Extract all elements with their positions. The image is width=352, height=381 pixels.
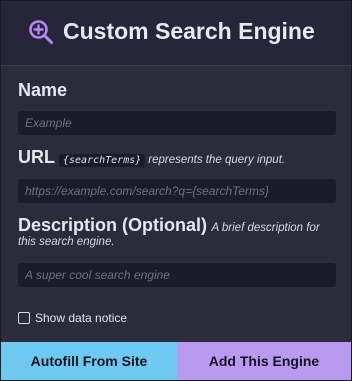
url-label: URL xyxy=(18,147,55,167)
dialog-header: Custom Search Engine xyxy=(1,1,351,66)
search-plus-icon xyxy=(29,20,53,44)
add-engine-button[interactable]: Add This Engine xyxy=(177,342,351,380)
description-hint-line2: this search engine. xyxy=(18,236,115,248)
search-terms-code: {searchTerms} xyxy=(59,154,146,167)
url-hint: represents the query input. xyxy=(148,154,286,166)
description-hint: A brief description for xyxy=(211,222,320,234)
autofill-from-site-button[interactable]: Autofill From Site xyxy=(1,342,177,380)
description-label: Description (Optional) xyxy=(18,215,207,235)
description-input[interactable] xyxy=(18,263,336,287)
name-label: Name xyxy=(18,80,68,100)
name-input[interactable] xyxy=(18,111,336,135)
data-notice-label[interactable]: Show data notice xyxy=(35,311,127,325)
url-input[interactable] xyxy=(18,179,336,203)
description-label-row: Description (Optional) A brief descripti… xyxy=(18,215,320,236)
data-notice-row[interactable]: Show data notice xyxy=(18,310,127,326)
url-label-row: URL {searchTerms} represents the query i… xyxy=(18,147,285,168)
dialog-title: Custom Search Engine xyxy=(63,18,315,44)
data-notice-checkbox[interactable] xyxy=(18,312,30,324)
custom-search-engine-dialog: Custom Search Engine Name URL {searchTer… xyxy=(0,0,352,381)
